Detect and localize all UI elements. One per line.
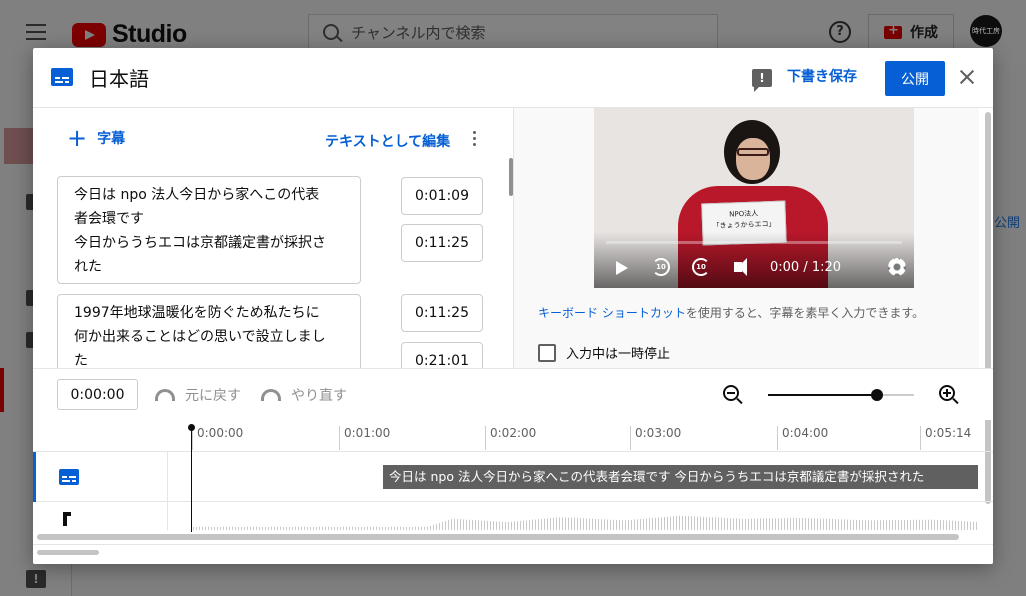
play-icon[interactable] [616, 261, 628, 275]
ruler-tick: 0:03:00 [630, 426, 681, 450]
youtube-logo-icon [72, 22, 106, 47]
video-preview-pane: NPO法人 「きょうからエコ」 10 10 0:00 / 1:20 キーボード … [513, 108, 979, 368]
cue-text-field[interactable]: 1997年地球温暖化を防ぐため私たちに 何か出来ることはどの思いで設立しまし た [57, 294, 361, 368]
video-frame-face [736, 138, 770, 180]
sidebar-active-indicator [0, 368, 4, 412]
settings-gear-icon[interactable] [888, 258, 906, 276]
subtitle-track-label [33, 452, 168, 502]
cue-editor-pane: + 字幕 テキストとして編集 今日は npo 法人今日から家へこの代表 者会環で… [33, 108, 513, 368]
cue-text-field[interactable]: 今日は npo 法人今日から家へこの代表 者会環です 今日からうちエコは京都議定… [57, 176, 361, 284]
shortcut-hint: キーボード ショートカットを使用すると、字幕を素早く入力できます。 [538, 304, 924, 321]
timeline-horizontal-scrollbar[interactable] [37, 534, 959, 540]
undo-label: 元に戻す [185, 388, 241, 404]
channel-search-input[interactable]: チャンネル内で検索 [308, 14, 718, 50]
background-publish-link[interactable]: 公開 [994, 212, 1020, 231]
playback-time: 0:00 / 1:20 [770, 260, 842, 275]
plus-icon: + [67, 124, 88, 152]
ruler-tick: 0:02:00 [485, 426, 536, 450]
video-frame-glasses [737, 148, 769, 156]
audio-waveform [193, 515, 978, 530]
subtitles-icon [59, 469, 79, 485]
pause-while-typing-row[interactable]: 入力中は一時停止 [538, 343, 670, 362]
subtitle-editor-dialog: 日本語 ! 下書き保存 公開 + 字幕 テキストとして編集 今日は npo 法人… [33, 48, 993, 564]
cue-text-line: た [74, 353, 88, 368]
rewind-10-icon[interactable]: 10 [652, 258, 670, 276]
undo-icon [155, 389, 175, 401]
add-subtitle-button[interactable]: + 字幕 [67, 124, 126, 152]
audio-track-label [33, 502, 168, 530]
edit-as-text-button[interactable]: テキストとして編集 [325, 131, 450, 151]
more-options-icon[interactable] [473, 131, 477, 147]
subtitle-track: 今日は npo 法人今日から家へこの代表者会環です 今日からうちエコは京都議定書… [33, 452, 993, 502]
zoom-slider-thumb[interactable] [871, 389, 883, 401]
cue-text-line: 今日からうちエコは京都議定書が採択さ [74, 235, 326, 251]
subtitles-icon [51, 68, 73, 86]
keyboard-shortcuts-link[interactable]: キーボード ショートカット [538, 306, 686, 320]
zoom-in-icon[interactable] [939, 385, 955, 401]
playback-progress-bar[interactable] [606, 241, 902, 244]
cue-end-time-input[interactable]: 0:11:25 [401, 224, 483, 262]
timeline-playhead[interactable] [188, 424, 195, 532]
feedback-icon[interactable]: ! [752, 69, 772, 92]
audio-track [33, 502, 993, 530]
volume-icon[interactable] [734, 258, 747, 276]
music-note-icon [63, 512, 71, 526]
create-label: 作成 [910, 25, 938, 41]
sign-text-line: 「きょうからエコ」 [712, 219, 776, 231]
zoom-slider-remaining [882, 394, 914, 396]
studio-logo[interactable]: Studio [72, 20, 187, 49]
ruler-tick: 0:05:14 [920, 426, 971, 450]
current-time-input[interactable]: 0:00:00 [57, 379, 138, 410]
ruler-tick: 0:04:00 [777, 426, 828, 450]
dialog-header: 日本語 ! 下書き保存 公開 [33, 48, 993, 108]
cue-text-line: 者会環です [74, 211, 144, 227]
redo-button[interactable]: やり直す [261, 385, 347, 405]
cue-text-line: 1997年地球温暖化を防ぐため私たちに [74, 305, 320, 321]
timeline-toolbar: 0:00:00 元に戻す やり直す [33, 368, 993, 420]
timeline-ruler[interactable]: 0:00:00 0:01:00 0:02:00 0:03:00 0:04:00 … [33, 420, 993, 452]
cue-start-time-input[interactable]: 0:01:09 [401, 177, 483, 215]
subtitle-cue-block[interactable]: 今日は npo 法人今日から家へこの代表者会環です 今日からうちエコは京都議定書… [383, 465, 978, 489]
cue-text-line: 今日は npo 法人今日から家へこの代表 [74, 187, 320, 203]
zoom-out-icon[interactable] [723, 385, 739, 401]
dialog-footer-strip [33, 544, 993, 564]
close-icon[interactable] [955, 65, 979, 89]
avatar[interactable]: 時代工房 [970, 15, 1002, 47]
help-icon[interactable]: ? [829, 21, 851, 43]
search-placeholder: チャンネル内で検索 [351, 23, 486, 42]
create-button[interactable]: 作成 [868, 14, 954, 50]
dialog-title: 日本語 [89, 67, 149, 91]
shortcut-hint-text: を使用すると、字幕を素早く入力できます。 [685, 306, 925, 320]
search-icon [323, 24, 339, 40]
active-track-indicator [33, 452, 36, 502]
timeline-secondary-scrollbar[interactable] [37, 550, 99, 555]
cue-text-line: 何か出来ることはどの思いで設立しまし [74, 329, 326, 345]
redo-icon [261, 389, 281, 401]
video-player[interactable]: NPO法人 「きょうからエコ」 10 10 0:00 / 1:20 [594, 108, 914, 288]
pause-while-typing-label: 入力中は一時停止 [566, 347, 671, 362]
add-subtitle-label: 字幕 [97, 131, 126, 147]
pause-while-typing-checkbox[interactable] [538, 343, 556, 362]
cue-text-line: れた [74, 259, 102, 275]
studio-wordmark: Studio [112, 20, 187, 48]
sidebar-feedback-icon[interactable]: ! [26, 570, 46, 588]
ruler-tick: 0:01:00 [339, 426, 390, 450]
hamburger-menu-icon[interactable] [26, 24, 46, 40]
save-draft-button[interactable]: 下書き保存 [787, 66, 857, 86]
redo-label: やり直す [291, 388, 347, 404]
video-camera-icon [884, 23, 902, 39]
publish-button[interactable]: 公開 [885, 61, 945, 96]
forward-10-icon[interactable]: 10 [692, 258, 710, 276]
undo-button[interactable]: 元に戻す [155, 385, 241, 405]
ruler-tick: 0:00:00 [192, 426, 243, 450]
cue-end-time-input[interactable]: 0:21:01 [401, 342, 483, 368]
cue-start-time-input[interactable]: 0:11:25 [401, 294, 483, 332]
